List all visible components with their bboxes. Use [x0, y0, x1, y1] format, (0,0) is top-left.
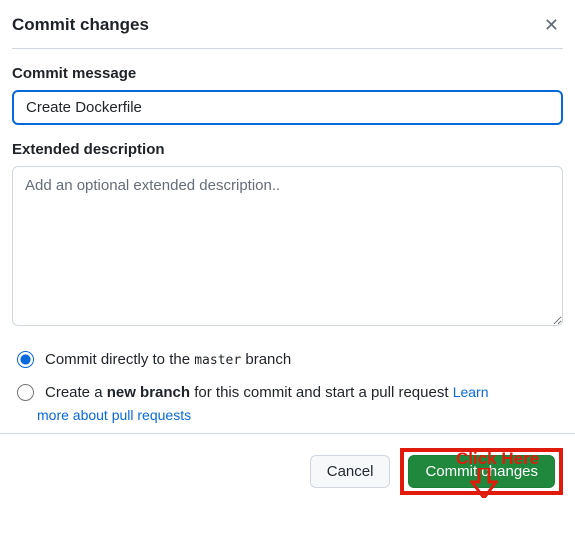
commit-message-label: Commit message [12, 65, 563, 82]
close-icon: ✕ [544, 15, 559, 35]
radio-new-branch[interactable] [17, 384, 34, 401]
extended-desc-input[interactable] [12, 166, 563, 326]
dialog-header: Commit changes ✕ [12, 12, 563, 49]
learn-link-part1[interactable]: Learn [453, 384, 489, 400]
radio-commit-direct-label: Commit directly to the master branch [45, 349, 563, 370]
radio-commit-direct[interactable] [17, 351, 34, 368]
cancel-button[interactable]: Cancel [310, 455, 391, 488]
radio-new-branch-label: Create a new branch for this commit and … [45, 382, 563, 403]
extended-desc-label: Extended description [12, 141, 563, 158]
annotation-click-here: Click Here [456, 449, 539, 469]
dialog-title: Commit changes [12, 15, 149, 35]
close-button[interactable]: ✕ [540, 12, 563, 38]
learn-link-part2[interactable]: more about pull requests [37, 407, 191, 423]
commit-message-input[interactable] [12, 90, 563, 125]
annotation-arrow-icon [470, 468, 498, 498]
